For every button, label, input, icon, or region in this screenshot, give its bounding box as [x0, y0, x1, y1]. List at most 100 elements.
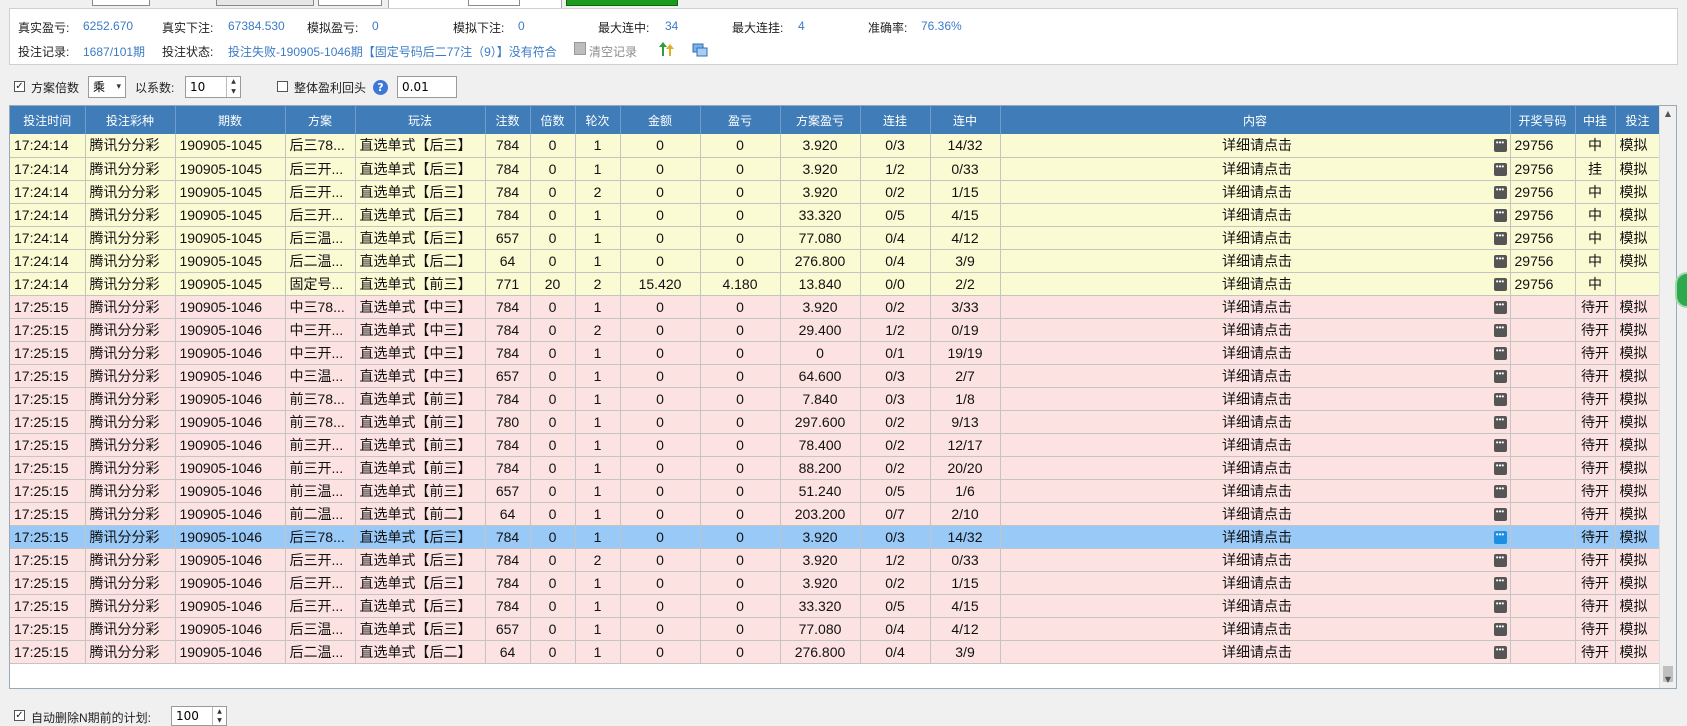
scroll-up-icon[interactable]: ▲: [1660, 106, 1676, 122]
more-dots-icon[interactable]: •••: [1493, 461, 1507, 475]
more-dots-icon[interactable]: •••: [1493, 231, 1507, 245]
detail-link[interactable]: 详细请点击: [1222, 621, 1292, 637]
detail-link[interactable]: 详细请点击: [1222, 137, 1292, 153]
more-dots-icon[interactable]: •••: [1493, 369, 1507, 383]
detail-link[interactable]: 详细请点击: [1222, 575, 1292, 591]
auto-delete-spinner[interactable]: ▲ ▼: [212, 707, 226, 725]
more-dots-icon[interactable]: •••: [1493, 392, 1507, 406]
more-dots-icon[interactable]: •••: [1493, 346, 1507, 360]
upload-arrows-icon[interactable]: [658, 41, 676, 61]
top-field[interactable]: [318, 0, 382, 6]
column-header-content[interactable]: 内容: [1000, 106, 1511, 134]
table-row[interactable]: 17:24:14 腾讯分分彩 190905-1045 后三开... 直选单式【后三】 78…: [10, 203, 1661, 227]
help-icon[interactable]: ?: [373, 80, 388, 95]
detail-link[interactable]: 详细请点击: [1222, 414, 1292, 430]
column-header-plan[interactable]: 方案: [285, 106, 356, 134]
table-row[interactable]: 17:25:15 腾讯分分彩 190905-1046 后三开... 直选单式【后三】 78…: [10, 594, 1661, 618]
table-row[interactable]: 17:25:15 腾讯分分彩 190905-1046 后二温... 直选单式【后二】 64…: [10, 640, 1661, 664]
top-field[interactable]: [468, 0, 520, 6]
column-header-draw[interactable]: 开奖号码: [1510, 106, 1576, 134]
table-row[interactable]: 17:25:15 腾讯分分彩 190905-1046 后三78... 直选单式【后三】 7…: [10, 525, 1661, 549]
detail-link[interactable]: 详细请点击: [1222, 391, 1292, 407]
side-float-bubble[interactable]: [1675, 272, 1687, 308]
column-header-plan-pl[interactable]: 方案盈亏: [780, 106, 861, 134]
detail-link[interactable]: 详细请点击: [1222, 230, 1292, 246]
top-green-button[interactable]: [566, 0, 678, 6]
column-header-mode[interactable]: 投注: [1615, 106, 1661, 134]
more-dots-icon[interactable]: •••: [1493, 139, 1507, 152]
table-row[interactable]: 17:24:14 腾讯分分彩 190905-1045 后三温... 直选单式【后三】 65…: [10, 226, 1661, 250]
detail-link[interactable]: 详细请点击: [1222, 598, 1292, 614]
more-dots-icon[interactable]: •••: [1493, 438, 1507, 452]
auto-delete-checkbox[interactable]: ✓: [14, 710, 25, 721]
table-row[interactable]: 17:25:15 腾讯分分彩 190905-1046 后三开... 直选单式【后三】 78…: [10, 571, 1661, 595]
more-dots-icon[interactable]: •••: [1493, 622, 1507, 636]
more-dots-icon[interactable]: •••: [1493, 323, 1507, 337]
table-row[interactable]: 17:25:15 腾讯分分彩 190905-1046 前三78... 直选单式【前三】 7…: [10, 410, 1661, 434]
detail-link[interactable]: 详细请点击: [1222, 529, 1292, 545]
more-dots-icon[interactable]: •••: [1493, 162, 1507, 176]
detail-link[interactable]: 详细请点击: [1222, 437, 1292, 453]
table-row[interactable]: 17:25:15 腾讯分分彩 190905-1046 后三开... 直选单式【后三】 78…: [10, 548, 1661, 572]
detail-link[interactable]: 详细请点击: [1222, 506, 1292, 522]
detail-link[interactable]: 详细请点击: [1222, 207, 1292, 223]
table-row[interactable]: 17:24:14 腾讯分分彩 190905-1045 后二温... 直选单式【后二】 64…: [10, 249, 1661, 273]
column-header-amount[interactable]: 金额: [620, 106, 701, 134]
table-row[interactable]: 17:25:15 腾讯分分彩 190905-1046 中三开... 直选单式【中三】 78…: [10, 318, 1661, 342]
detail-link[interactable]: 详细请点击: [1222, 483, 1292, 499]
column-header-time[interactable]: 投注时间: [10, 106, 86, 134]
table-row[interactable]: 17:24:14 腾讯分分彩 190905-1045 后三开... 直选单式【后三】 78…: [10, 180, 1661, 204]
rollback-input[interactable]: 0.01: [397, 76, 457, 98]
column-header-play[interactable]: 玩法: [355, 106, 486, 134]
vertical-scrollbar[interactable]: ▲ ▼: [1659, 106, 1676, 688]
column-header-round[interactable]: 轮次: [575, 106, 621, 134]
table-row[interactable]: 17:24:14 腾讯分分彩 190905-1045 后三开... 直选单式【后三】 78…: [10, 157, 1661, 181]
column-header-losses[interactable]: 连挂: [860, 106, 931, 134]
more-dots-icon[interactable]: •••: [1493, 254, 1507, 268]
more-dots-icon[interactable]: •••: [1493, 553, 1507, 567]
more-dots-icon[interactable]: •••: [1493, 645, 1507, 659]
table-row[interactable]: 17:25:15 腾讯分分彩 190905-1046 前二温... 直选单式【前二】 64…: [10, 502, 1661, 526]
plan-multiplier-checkbox[interactable]: ✓: [14, 81, 25, 92]
more-dots-icon[interactable]: •••: [1493, 507, 1507, 521]
column-header-wins[interactable]: 连中: [930, 106, 1001, 134]
column-header-hit[interactable]: 中挂: [1575, 106, 1616, 134]
table-row[interactable]: 17:25:15 腾讯分分彩 190905-1046 中三78... 直选单式【中三】 7…: [10, 295, 1661, 319]
detail-link[interactable]: 详细请点击: [1222, 161, 1292, 177]
scroll-down-icon[interactable]: ▼: [1660, 672, 1676, 688]
detail-link[interactable]: 详细请点击: [1222, 460, 1292, 476]
table-row[interactable]: 17:25:15 腾讯分分彩 190905-1046 前三开... 直选单式【前三】 78…: [10, 433, 1661, 457]
table-row[interactable]: 17:24:14 腾讯分分彩 190905-1045 后三78... 直选单式【后三】 7…: [10, 134, 1661, 158]
table-row[interactable]: 17:25:15 腾讯分分彩 190905-1046 前三78... 直选单式【前三】 7…: [10, 387, 1661, 411]
table-row[interactable]: 17:25:15 腾讯分分彩 190905-1046 中三温... 直选单式【中三】 65…: [10, 364, 1661, 388]
more-dots-icon[interactable]: •••: [1493, 484, 1507, 498]
coef-spinner[interactable]: ▲ ▼: [226, 77, 240, 97]
more-dots-icon[interactable]: •••: [1493, 530, 1507, 544]
more-dots-icon[interactable]: •••: [1493, 185, 1507, 199]
detail-link[interactable]: 详细请点击: [1222, 552, 1292, 568]
clear-record-icon[interactable]: [574, 42, 586, 55]
detail-link[interactable]: 详细请点击: [1222, 276, 1292, 292]
column-header-period[interactable]: 期数: [175, 106, 286, 134]
table-row[interactable]: 17:25:15 腾讯分分彩 190905-1046 中三开... 直选单式【中三】 78…: [10, 341, 1661, 365]
clear-record-button[interactable]: 清空记录: [589, 43, 637, 60]
detail-link[interactable]: 详细请点击: [1222, 322, 1292, 338]
column-header-lottery[interactable]: 投注彩种: [85, 106, 176, 134]
auto-delete-input[interactable]: 100 ▲ ▼: [171, 706, 227, 726]
spin-down-icon[interactable]: ▼: [227, 87, 240, 97]
detail-link[interactable]: 详细请点击: [1222, 299, 1292, 315]
windows-icon[interactable]: [692, 42, 708, 61]
more-dots-icon[interactable]: •••: [1493, 300, 1507, 314]
spin-up-icon[interactable]: ▲: [227, 77, 240, 87]
more-dots-icon[interactable]: •••: [1493, 576, 1507, 590]
table-row[interactable]: 17:25:15 腾讯分分彩 190905-1046 前三开... 直选单式【前三】 78…: [10, 456, 1661, 480]
detail-link[interactable]: 详细请点击: [1222, 644, 1292, 660]
more-dots-icon[interactable]: •••: [1493, 277, 1507, 291]
coef-input[interactable]: 10 ▲ ▼: [185, 76, 241, 98]
column-header-count[interactable]: 注数: [485, 106, 531, 134]
table-row[interactable]: 17:25:15 腾讯分分彩 190905-1046 前三温... 直选单式【前三】 65…: [10, 479, 1661, 503]
column-header-pl[interactable]: 盈亏: [700, 106, 781, 134]
more-dots-icon[interactable]: •••: [1493, 599, 1507, 613]
detail-link[interactable]: 详细请点击: [1222, 345, 1292, 361]
column-header-mult[interactable]: 倍数: [530, 106, 576, 134]
